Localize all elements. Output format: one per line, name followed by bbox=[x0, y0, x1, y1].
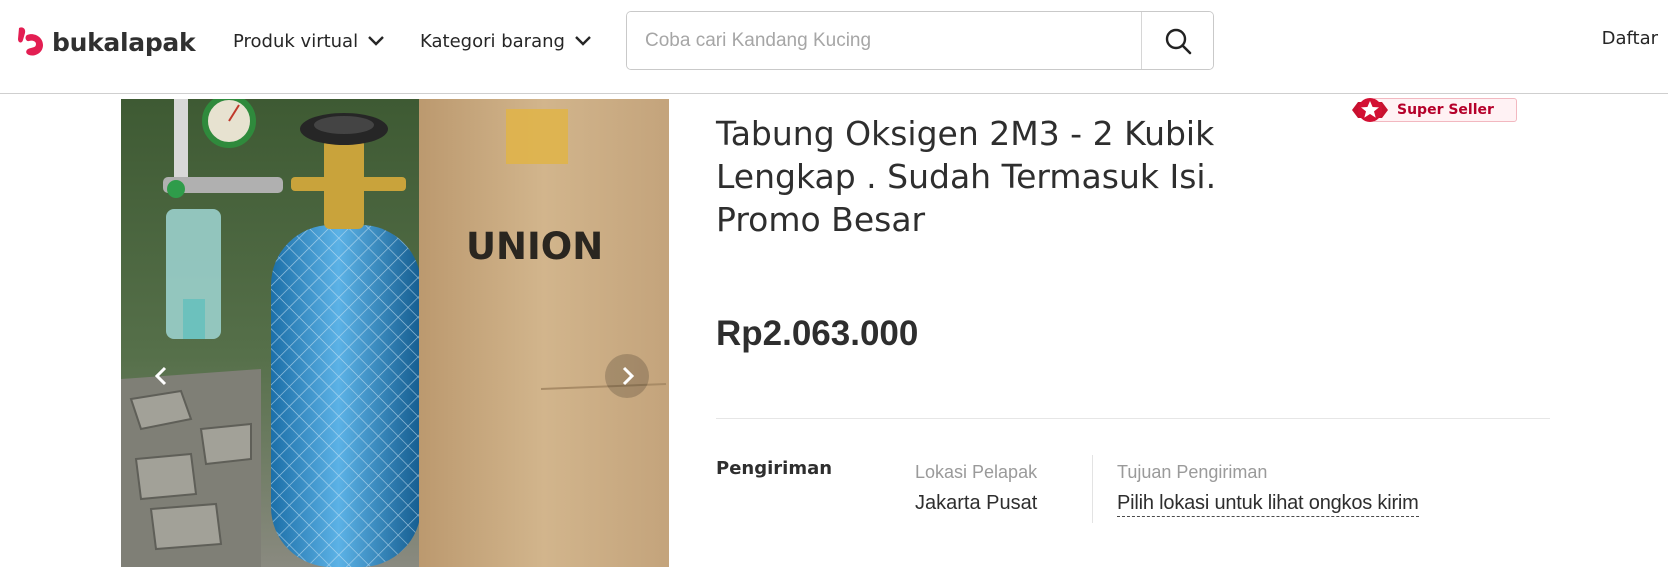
nav-kategori-barang-label: Kategori barang bbox=[420, 30, 565, 52]
product-image-gallery: UNION bbox=[121, 99, 669, 567]
nav-produk-virtual[interactable]: Produk virtual bbox=[233, 26, 385, 56]
search-icon bbox=[1165, 28, 1191, 54]
nav-produk-virtual-label: Produk virtual bbox=[233, 30, 359, 52]
product-price: Rp2.063.000 bbox=[716, 314, 919, 353]
super-seller-label: Super Seller bbox=[1372, 98, 1517, 122]
register-link[interactable]: Daftar bbox=[1602, 28, 1658, 49]
search-input[interactable] bbox=[627, 12, 1141, 69]
gallery-prev-button[interactable] bbox=[140, 354, 184, 398]
chevron-down-icon bbox=[368, 36, 384, 46]
search-bar bbox=[626, 11, 1214, 70]
product-photo[interactable]: UNION bbox=[121, 99, 669, 567]
destination-label: Tujuan Pengiriman bbox=[1117, 462, 1268, 482]
search-button[interactable] bbox=[1141, 12, 1213, 69]
star-badge-icon bbox=[1352, 98, 1388, 122]
top-header: bukalapak Produk virtual Kategori barang… bbox=[0, 0, 1668, 94]
gallery-next-button[interactable] bbox=[605, 354, 649, 398]
seller-location-label: Lokasi Pelapak bbox=[915, 462, 1038, 482]
bukalapak-logo-icon bbox=[18, 27, 43, 56]
nav-kategori-barang[interactable]: Kategori barang bbox=[420, 26, 592, 56]
product-title: Tabung Oksigen 2M3 - 2 Kubik Lengkap . S… bbox=[716, 114, 1217, 239]
choose-destination-link[interactable]: Pilih lokasi untuk lihat ongkos kirim bbox=[1117, 492, 1419, 517]
chevron-down-icon bbox=[575, 36, 591, 46]
shipping-heading: Pengiriman bbox=[716, 458, 833, 479]
bukalapak-logo[interactable]: bukalapak bbox=[16, 25, 196, 59]
section-divider bbox=[716, 418, 1550, 419]
box-label: UNION bbox=[466, 225, 603, 268]
chevron-left-icon bbox=[154, 366, 167, 386]
chevron-right-icon bbox=[622, 366, 635, 386]
shipping-divider bbox=[1092, 455, 1093, 523]
seller-location-value: Jakarta Pusat bbox=[915, 492, 1038, 514]
logo-text: bukalapak bbox=[52, 27, 196, 57]
